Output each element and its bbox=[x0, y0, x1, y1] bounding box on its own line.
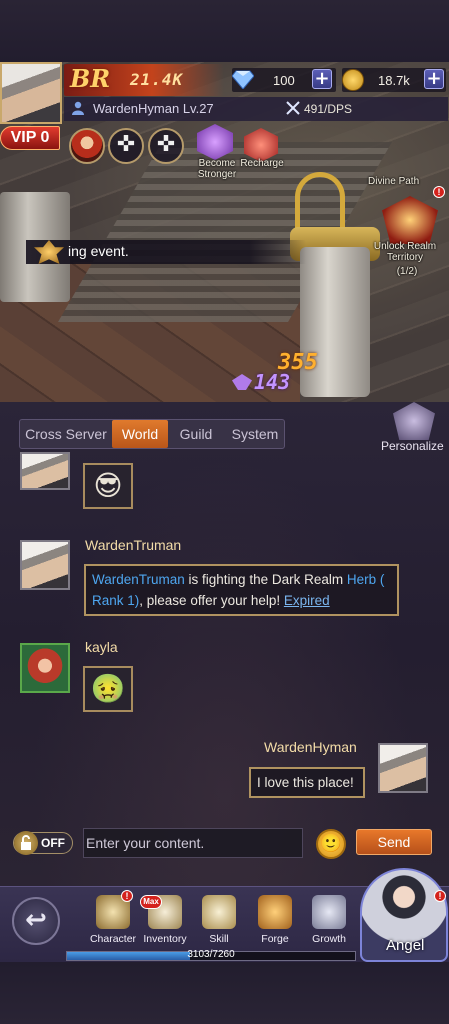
dps-value: 491/DPS bbox=[304, 102, 353, 116]
realm-progress: (1/2) bbox=[396, 266, 418, 277]
nav-inventory-label: Inventory bbox=[143, 933, 187, 945]
angel-label: Angel bbox=[386, 937, 425, 954]
nav-growth-label: Growth bbox=[312, 933, 346, 945]
nav-forge[interactable]: Forge bbox=[248, 895, 302, 951]
experience-text: 3103/7260 bbox=[187, 949, 235, 960]
wing-gain-number: 143 bbox=[254, 370, 291, 394]
chat-avatar[interactable] bbox=[20, 452, 70, 490]
growth-shield-icon bbox=[312, 895, 346, 929]
forge-anvil-icon bbox=[258, 895, 292, 929]
become-stronger-label[interactable]: Become Stronger bbox=[192, 158, 242, 180]
back-arrow-icon[interactable]: ↩ bbox=[12, 897, 60, 945]
own-chat-avatar[interactable] bbox=[378, 743, 428, 793]
nav-skill[interactable]: Skill bbox=[192, 895, 246, 951]
nav-growth[interactable]: Growth bbox=[302, 895, 356, 951]
gem-icon bbox=[232, 70, 254, 89]
scene-golden-ornament bbox=[295, 172, 345, 232]
vip-badge[interactable]: VIP 0 bbox=[0, 126, 60, 150]
emoji-picker-button[interactable]: 🙂 bbox=[316, 829, 346, 859]
divine-path-label[interactable]: Divine Path bbox=[368, 176, 419, 187]
chat-tabs: Cross Server World Guild System bbox=[19, 419, 285, 449]
chat-avatar[interactable] bbox=[20, 643, 70, 693]
message-sender[interactable]: WardenTruman bbox=[85, 537, 181, 553]
tab-system[interactable]: System bbox=[224, 420, 286, 448]
emoji-message: 😎 bbox=[83, 463, 133, 509]
message-sender: WardenHyman bbox=[264, 739, 357, 755]
emoji-message: 🤢 bbox=[83, 666, 133, 712]
character-alert-icon: ! bbox=[121, 890, 133, 902]
message-text: is fighting the Dark Realm bbox=[184, 572, 347, 587]
tab-cross-server[interactable]: Cross Server bbox=[20, 420, 112, 448]
hero-portrait[interactable] bbox=[69, 128, 105, 164]
player-name-level: WardenHyman Lv.27 bbox=[93, 101, 214, 116]
send-button[interactable]: Send bbox=[356, 829, 432, 855]
add-gold-button[interactable]: + bbox=[424, 69, 444, 89]
nav-character[interactable]: Character bbox=[86, 895, 140, 951]
user-icon bbox=[72, 101, 84, 115]
message-text-tail: , please offer your help! bbox=[139, 593, 284, 608]
divine-path-alert-icon: ! bbox=[433, 186, 445, 198]
gold-count: 18.7k bbox=[378, 73, 410, 88]
message-player-link[interactable]: WardenTruman bbox=[92, 572, 185, 587]
event-banner-text: ing event. bbox=[68, 243, 129, 259]
gem-count: 100 bbox=[273, 73, 295, 88]
unlock-realm-label[interactable]: Unlock Realm Territory bbox=[368, 241, 442, 263]
rally-message: WardenTruman is fighting the Dark Realm … bbox=[84, 564, 399, 616]
personalize-label[interactable]: Personalize bbox=[381, 439, 444, 453]
tab-world[interactable]: World bbox=[112, 420, 168, 448]
recharge-label[interactable]: Recharge bbox=[236, 158, 288, 169]
top-letterbox bbox=[0, 0, 449, 62]
tab-guild[interactable]: Guild bbox=[168, 420, 224, 448]
nav-character-label: Character bbox=[89, 933, 137, 945]
lock-toggle-state: OFF bbox=[41, 836, 65, 850]
own-message: I love this place! bbox=[249, 767, 365, 798]
chat-input[interactable] bbox=[83, 828, 303, 858]
crossed-swords-icon bbox=[286, 101, 300, 115]
battle-rating-label: BR bbox=[70, 64, 111, 93]
add-hero-slot-button[interactable]: ✜ bbox=[108, 128, 144, 164]
message-expired-link[interactable]: Expired bbox=[284, 593, 330, 608]
add-hero-slot-button-2[interactable]: ✜ bbox=[148, 128, 184, 164]
angel-alert-icon: ! bbox=[434, 890, 446, 902]
experience-bar: 3103/7260 bbox=[66, 949, 356, 961]
message-sender[interactable]: kayla bbox=[85, 639, 118, 655]
nav-skill-label: Skill bbox=[209, 933, 229, 945]
chat-avatar[interactable] bbox=[20, 540, 70, 590]
power-value: 21.4K bbox=[130, 70, 184, 89]
skill-book-icon bbox=[202, 895, 236, 929]
gold-coin-icon bbox=[342, 69, 364, 91]
add-gems-button[interactable]: + bbox=[312, 69, 332, 89]
bottom-letterbox bbox=[0, 962, 449, 1024]
inventory-max-badge: Max bbox=[140, 895, 162, 909]
lock-icon bbox=[14, 831, 38, 855]
nav-forge-label: Forge bbox=[261, 933, 289, 945]
player-avatar[interactable] bbox=[0, 62, 62, 124]
